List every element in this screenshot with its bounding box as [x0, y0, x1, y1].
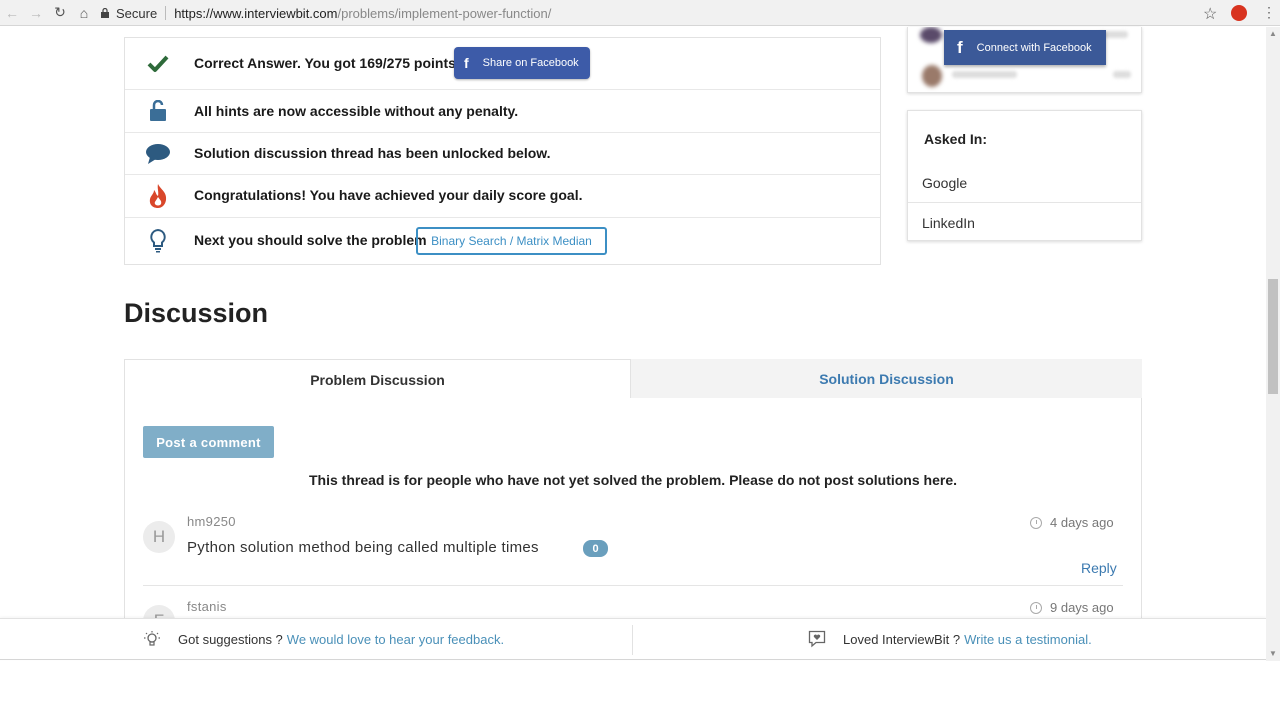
back-icon[interactable]: ← — [0, 1, 24, 25]
blurred-score — [1113, 71, 1131, 78]
feedback-link[interactable]: We would love to hear your feedback. — [287, 632, 504, 647]
browser-menu-icon[interactable]: ⋮ — [1262, 4, 1276, 21]
feedback-bar: Got suggestions ? We would love to hear … — [0, 618, 1266, 660]
facebook-icon: f — [957, 37, 963, 57]
result-row-next: Next you should solve the problem Binary… — [125, 218, 880, 264]
unlocked-padlock-icon — [145, 98, 171, 124]
feedback-left-text: Got suggestions ? — [178, 631, 283, 647]
result-text: Congratulations! You have achieved your … — [194, 187, 583, 203]
forward-icon[interactable]: → — [24, 1, 48, 25]
testimonial-link[interactable]: Write us a testimonial. — [964, 632, 1092, 647]
page-bottom-area — [0, 661, 1280, 720]
scroll-down-icon[interactable]: ▼ — [1269, 650, 1277, 658]
result-row-goal: Congratulations! You have achieved your … — [125, 175, 880, 218]
reload-icon[interactable]: ↻ — [48, 1, 72, 25]
blurred-name — [952, 71, 1017, 78]
result-row-correct: Correct Answer. You got 169/275 points! … — [125, 38, 880, 90]
url-host: https://www.interviewbit.com — [174, 5, 338, 21]
result-row-hints: All hints are now accessible without any… — [125, 90, 880, 133]
tab-solution-discussion[interactable]: Solution Discussion — [631, 359, 1142, 399]
feedback-suggestions: Got suggestions ? We would love to hear … — [143, 630, 504, 648]
clock-icon — [1030, 516, 1042, 529]
comment-username[interactable]: fstanis — [187, 599, 227, 614]
address-separator — [165, 6, 167, 20]
company-item[interactable]: LinkedIn — [908, 203, 1141, 242]
flame-icon — [145, 183, 171, 209]
reply-link[interactable]: Reply — [1081, 560, 1117, 576]
lightbulb-outline-icon — [144, 631, 160, 646]
comment-username[interactable]: hm9250 — [187, 514, 236, 529]
asked-in-title: Asked In: — [924, 131, 988, 147]
comment-timestamp: 9 days ago — [1030, 600, 1114, 615]
comment-timestamp: 4 days ago — [1030, 515, 1114, 530]
result-card: Correct Answer. You got 169/275 points! … — [124, 37, 881, 265]
result-text: Next you should solve the problem — [194, 232, 427, 248]
reply-count-badge: 0 — [583, 540, 608, 557]
lightbulb-icon — [145, 228, 171, 254]
asked-in-card: Asked In: Google LinkedIn — [907, 110, 1142, 241]
avatar — [920, 27, 942, 43]
share-facebook-button[interactable]: f Share on Facebook — [454, 47, 590, 79]
feedback-testimonial: Loved InterviewBit ? Write us a testimon… — [808, 630, 1092, 648]
post-comment-button[interactable]: Post a comment — [143, 426, 274, 458]
discussion-tabs: Problem Discussion Solution Discussion — [124, 359, 1142, 399]
scrollbar-thumb[interactable] — [1268, 279, 1278, 394]
next-problem-button[interactable]: Binary Search / Matrix Median — [416, 227, 607, 255]
comment-title[interactable]: Python solution method being called mult… — [187, 539, 539, 556]
page-scrollbar[interactable]: ▲ ▼ — [1266, 27, 1280, 661]
speech-bubble-icon — [145, 141, 171, 167]
company-item[interactable]: Google — [908, 164, 1141, 203]
feedback-divider — [632, 625, 633, 655]
connect-facebook-button[interactable]: f Connect with Facebook — [944, 30, 1106, 65]
result-text: Correct Answer. You got 169/275 points! — [194, 55, 461, 71]
feedback-right-text: Loved InterviewBit ? — [843, 631, 961, 647]
avatar — [922, 65, 942, 87]
extension-icon[interactable] — [1231, 5, 1247, 21]
checkmark-icon — [145, 51, 171, 77]
comment-divider — [143, 585, 1123, 586]
comment-time-text: 9 days ago — [1050, 600, 1114, 615]
discussion-notice: This thread is for people who have not y… — [309, 472, 957, 488]
result-text: All hints are now accessible without any… — [194, 103, 519, 119]
facebook-icon: f — [464, 55, 469, 71]
bookmark-star-icon[interactable]: ☆ — [1203, 4, 1217, 24]
result-row-discussion: Solution discussion thread has been unlo… — [125, 133, 880, 175]
scroll-up-icon[interactable]: ▲ — [1269, 30, 1277, 38]
secure-label: Secure — [116, 5, 158, 21]
tab-problem-discussion[interactable]: Problem Discussion — [124, 359, 631, 399]
connect-facebook-label: Connect with Facebook — [976, 41, 1092, 54]
discussion-heading: Discussion — [124, 298, 269, 328]
heart-speech-bubble-icon — [808, 630, 826, 648]
home-icon[interactable]: ⌂ — [72, 1, 96, 25]
result-text: Solution discussion thread has been unlo… — [194, 145, 551, 161]
avatar: H — [143, 521, 175, 553]
clock-icon — [1030, 601, 1042, 614]
address-bar[interactable]: Secure https://www.interviewbit.com /pro… — [100, 2, 1220, 24]
comment-time-text: 4 days ago — [1050, 515, 1114, 530]
url-path: /problems/implement-power-function/ — [337, 5, 552, 21]
share-facebook-label: Share on Facebook — [482, 57, 579, 69]
discussion-panel — [124, 398, 1142, 628]
lock-icon — [101, 8, 109, 18]
